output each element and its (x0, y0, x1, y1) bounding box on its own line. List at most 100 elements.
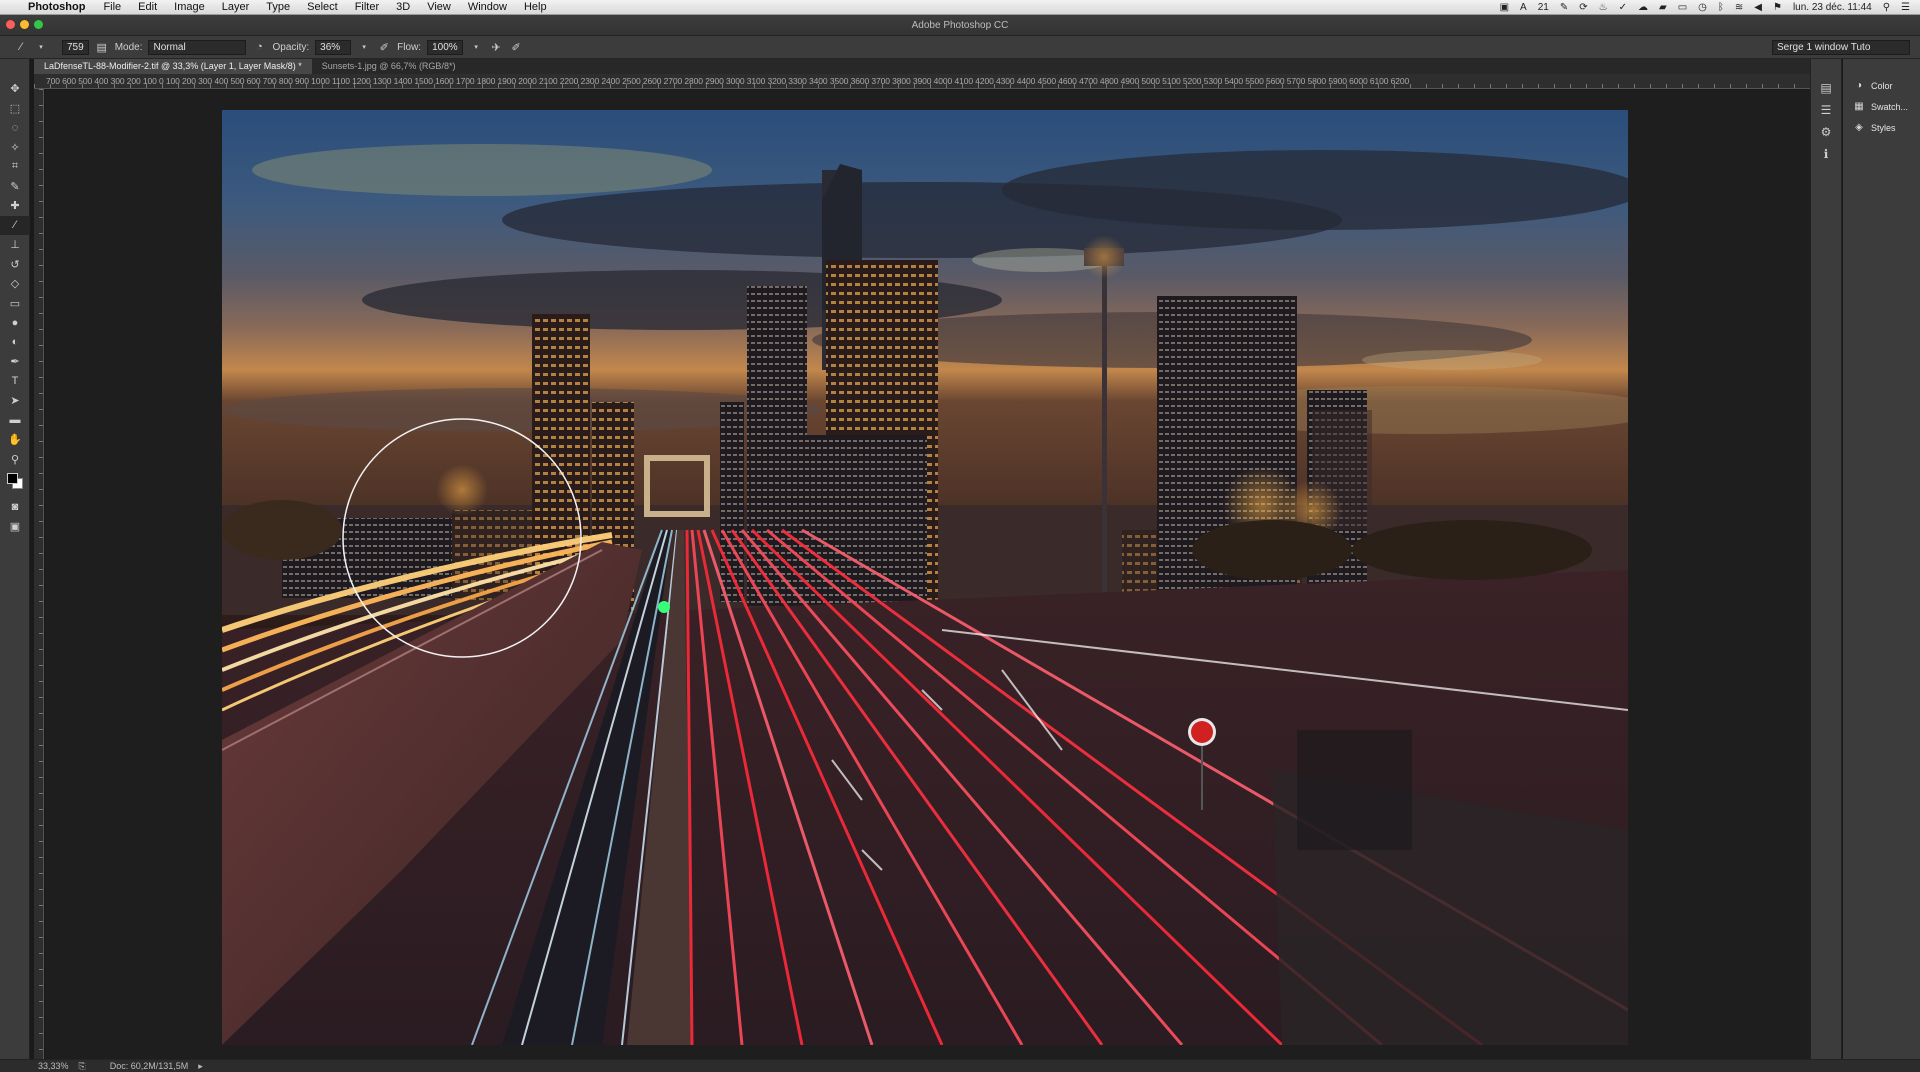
opacity-input[interactable]: 36% (315, 39, 352, 55)
check-icon[interactable]: ✓ (1619, 2, 1627, 13)
workspace-switcher[interactable]: Serge 1 window Tuto (1772, 39, 1910, 55)
menu-file[interactable]: File (103, 1, 121, 13)
adobe-status-icon[interactable]: A (1520, 2, 1527, 13)
window-title: Adobe Photoshop CC (911, 20, 1009, 31)
bluetooth-icon[interactable]: ᛒ (1718, 2, 1724, 13)
status-menu-arrow-icon[interactable]: ▸ (198, 1061, 203, 1072)
volume-icon[interactable]: ◀ (1754, 2, 1762, 13)
flame-icon[interactable]: ♨ (1599, 2, 1608, 13)
brush-size-picker[interactable]: 759 (62, 39, 89, 55)
panel-styles[interactable]: ◈ Styles (1843, 117, 1920, 138)
flow-dropdown-icon[interactable]: ▾ (469, 40, 483, 54)
tab-sunsets-document[interactable]: Sunsets-1.jpg @ 66,7% (RGB/8*) (312, 59, 466, 74)
pen-icon[interactable]: ✎ (1560, 2, 1568, 13)
menu-type[interactable]: Type (266, 1, 290, 13)
lasso-tool-icon[interactable]: ◌ (0, 118, 30, 138)
quick-mask-icon[interactable]: ◙ (0, 497, 30, 517)
document-tabs: LaDfenseTL-88-Modifier-2.tif @ 33,3% (La… (34, 59, 1810, 74)
vertical-ruler-ticks (39, 89, 43, 1059)
brush-tool-icon[interactable]: ⁄ (0, 215, 30, 235)
airbrush-icon[interactable]: ✈ (489, 40, 503, 54)
path-selection-tool-icon[interactable]: ➤ (0, 391, 30, 411)
window-titlebar: Adobe Photoshop CC (0, 15, 1920, 36)
panel-swatches-label: Swatch... (1871, 101, 1909, 112)
opacity-label: Opacity: (272, 41, 310, 53)
camera-icon[interactable]: ▣ (1500, 2, 1509, 13)
history-brush-tool-icon[interactable]: ↺ (0, 255, 30, 275)
cloud-icon[interactable]: ☁ (1638, 2, 1648, 13)
history-panel-icon[interactable]: ▤ (1811, 77, 1841, 99)
menu-filter[interactable]: Filter (355, 1, 379, 13)
crop-tool-icon[interactable]: ⌗ (0, 157, 30, 177)
adjustments-panel-icon[interactable]: ⚙ (1811, 121, 1841, 143)
brush-panel-toggle-icon[interactable]: ▤ (95, 40, 109, 54)
wifi-icon[interactable]: ≋ (1735, 2, 1743, 13)
opacity-dropdown-icon[interactable]: ▾ (357, 40, 371, 54)
chevron-down-icon[interactable]: ▾ (34, 40, 48, 54)
clock-text[interactable]: lun. 23 déc. 11:44 (1793, 2, 1872, 13)
notification-center-icon[interactable]: ☰ (1901, 2, 1910, 13)
horizontal-ruler: 700 600 500 400 300 200 100 0 100 200 30… (34, 74, 1810, 89)
properties-panel-icon[interactable]: ☰ (1811, 99, 1841, 121)
panel-dock: ▤ ☰ ⚙ ℹ (1810, 59, 1842, 1059)
spotlight-search-icon[interactable]: ⚲ (1883, 2, 1890, 13)
photo-la-defense-night[interactable] (222, 110, 1628, 1045)
panel-color[interactable]: ◑ Color (1843, 75, 1920, 96)
pen-tool-icon[interactable]: ✒ (0, 352, 30, 372)
quick-selection-tool-icon[interactable]: ✧ (0, 138, 30, 158)
clone-stamp-tool-icon[interactable]: ⊥ (0, 235, 30, 255)
flow-input[interactable]: 100% (427, 39, 464, 55)
panel-swatches[interactable]: ▦ Swatch... (1843, 96, 1920, 117)
status-bar: 33,33% ⎘ Doc: 60,2M/131,5M ▸ (0, 1059, 1920, 1072)
pressure-opacity-icon[interactable]: ◔ (252, 40, 266, 54)
menu-view[interactable]: View (427, 1, 451, 13)
eyedropper-tool-icon[interactable]: ✎ (0, 177, 30, 197)
panel-column: ◑ Color ▦ Swatch... ◈ Styles (1843, 59, 1920, 1059)
blur-tool-icon[interactable]: ● (0, 313, 30, 333)
menu-3d[interactable]: 3D (396, 1, 410, 13)
eraser-tool-icon[interactable]: ◇ (0, 274, 30, 294)
menu-select[interactable]: Select (307, 1, 338, 13)
menu-image[interactable]: Image (174, 1, 205, 13)
minimize-window-button[interactable] (20, 20, 29, 29)
app-menu[interactable]: Photoshop (28, 1, 85, 13)
tablet-pressure-opacity-icon[interactable]: ✐ (377, 40, 391, 54)
close-window-button[interactable] (6, 20, 15, 29)
gradient-tool-icon[interactable]: ▭ (0, 294, 30, 314)
zoom-tool-icon[interactable]: ⚲ (0, 450, 30, 470)
type-tool-icon[interactable]: T (0, 372, 30, 392)
tab-ladefense-document[interactable]: LaDfenseTL-88-Modifier-2.tif @ 33,3% (La… (34, 59, 312, 74)
zoom-window-button[interactable] (34, 20, 43, 29)
move-tool-icon[interactable]: ✥ (0, 79, 30, 99)
mode-label: Mode: (114, 41, 143, 53)
menu-help[interactable]: Help (524, 1, 547, 13)
panel-styles-label: Styles (1871, 122, 1896, 133)
sync-icon[interactable]: ⟳ (1579, 2, 1587, 13)
menu-bar: Photoshop File Edit Image Layer Type Sel… (0, 0, 1920, 15)
foreground-color-swatch[interactable] (7, 473, 18, 484)
color-swatches[interactable] (0, 469, 30, 497)
time-machine-icon[interactable]: ◷ (1698, 2, 1707, 13)
panel-color-label: Color (1871, 80, 1893, 91)
display-icon[interactable]: ▭ (1678, 2, 1687, 13)
hand-tool-icon[interactable]: ✋ (0, 430, 30, 450)
rectangle-tool-icon[interactable]: ▬ (0, 411, 30, 431)
brush-tool-preset-icon[interactable]: ⁄ (14, 40, 28, 54)
info-panel-icon[interactable]: ℹ (1811, 143, 1841, 165)
flag-icon[interactable]: ⚑ (1773, 2, 1782, 13)
menu-layer[interactable]: Layer (222, 1, 250, 13)
styles-icon: ◈ (1855, 122, 1863, 133)
toolbox: ✥ ⬚ ◌ ✧ ⌗ ✎ ✚ ⁄ ⊥ ↺ ◇ ▭ ● ◐ ✒ T ➤ ▬ ✋ ⚲ … (0, 59, 30, 1059)
zoom-level[interactable]: 33,33% (38, 1061, 69, 1071)
document-canvas[interactable] (45, 90, 1810, 1059)
healing-brush-tool-icon[interactable]: ✚ (0, 196, 30, 216)
folder-icon[interactable]: ▰ (1659, 2, 1667, 13)
menu-window[interactable]: Window (468, 1, 507, 13)
dodge-tool-icon[interactable]: ◐ (0, 333, 30, 353)
screen-mode-icon[interactable]: ▣ (0, 517, 30, 537)
tablet-pressure-size-icon[interactable]: ✐ (509, 40, 523, 54)
marquee-tool-icon[interactable]: ⬚ (0, 99, 30, 119)
mode-select[interactable]: Normal (148, 39, 247, 55)
export-icon[interactable]: ⎘ (79, 1061, 86, 1072)
menu-edit[interactable]: Edit (138, 1, 157, 13)
